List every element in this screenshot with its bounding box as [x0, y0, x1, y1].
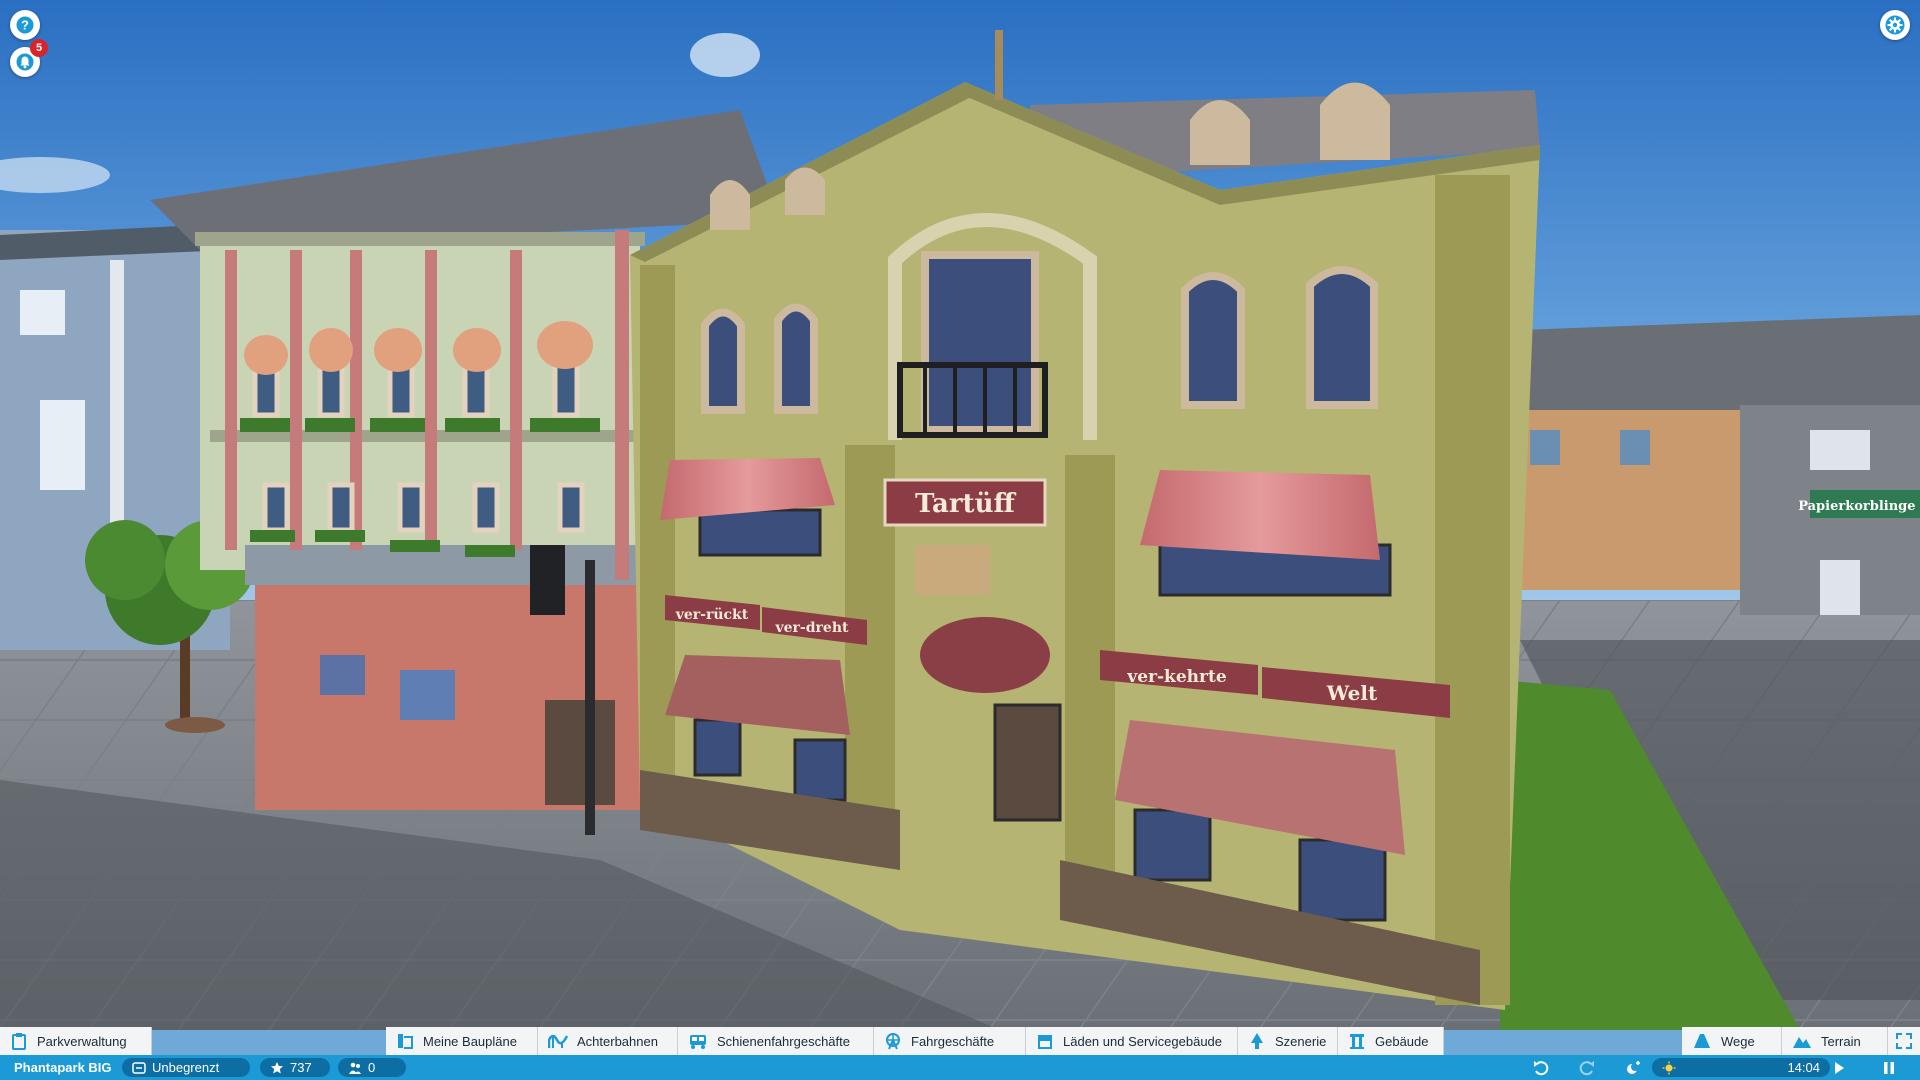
game-viewport[interactable]: Papierkorblinge & Tartüff ver-rückt ver-… — [0, 0, 1920, 1080]
play-icon — [1835, 1062, 1844, 1074]
sign-left-a: ver-rückt — [675, 607, 749, 623]
mountain-icon — [1793, 1037, 1811, 1048]
star-icon — [271, 1061, 283, 1073]
money-icon — [132, 1061, 146, 1074]
pause-icon — [1884, 1062, 1894, 1074]
blueprint-icon — [398, 1034, 413, 1049]
money-value: Unbegrenzt — [152, 1060, 220, 1075]
time-value: 14:04 — [1787, 1060, 1820, 1075]
blueprints-button[interactable]: Meine Baupläne — [386, 1027, 538, 1055]
path-icon — [1694, 1034, 1710, 1048]
coasters-button[interactable]: Achterbahnen — [538, 1027, 678, 1055]
building-icon — [1350, 1034, 1364, 1049]
buildings-button[interactable]: Gebäude — [1338, 1027, 1444, 1055]
paths-label: Wege — [1721, 1033, 1755, 1049]
time-display[interactable]: 14:04 — [1652, 1058, 1830, 1077]
flat-rides-button[interactable]: Fahrgeschäfte — [874, 1027, 1026, 1055]
rating-value: 737 — [290, 1060, 312, 1075]
guests-display[interactable]: 0 — [338, 1058, 406, 1077]
sign-left-b: ver-dreht — [775, 620, 849, 636]
background-building-right: Papierkorblinge & — [1510, 315, 1920, 615]
sun-icon — [1662, 1061, 1676, 1074]
park-management-button[interactable]: Parkverwaltung — [0, 1027, 152, 1055]
money-display[interactable]: Unbegrenzt — [122, 1058, 250, 1077]
undo-icon — [1534, 1061, 1549, 1076]
sign-right-b: Welt — [1326, 681, 1378, 705]
notifications-badge: 5 — [30, 39, 48, 57]
track-rides-button[interactable]: Schienenfahrgeschäfte — [678, 1027, 874, 1055]
terrain-label: Terrain — [1821, 1033, 1861, 1049]
shops-button[interactable]: Läden und Servicegebäude — [1026, 1027, 1238, 1055]
notifications-button[interactable]: 5 — [10, 39, 48, 77]
ferris-wheel-icon — [886, 1033, 900, 1050]
sign-main: Tartüff — [915, 489, 1016, 519]
flat-rides-label: Fahrgeschäfte — [911, 1033, 995, 1049]
guests-icon — [349, 1062, 361, 1074]
tree-icon — [1251, 1033, 1263, 1049]
bell-icon — [16, 53, 34, 71]
help-button[interactable]: ? — [10, 10, 40, 40]
gear-icon — [1885, 15, 1905, 35]
day-night-icon — [1627, 1061, 1640, 1074]
buildings-label: Gebäude — [1375, 1033, 1429, 1049]
awning — [1140, 470, 1380, 560]
build-toolbar: Parkverwaltung Meine Baupläne Achterbahn… — [0, 1027, 1920, 1055]
fullscreen-button[interactable] — [1888, 1027, 1920, 1055]
redo-icon — [1579, 1061, 1594, 1076]
svg-text:?: ? — [21, 18, 29, 33]
terrain-button[interactable]: Terrain — [1782, 1027, 1888, 1055]
pause-button[interactable] — [1878, 1057, 1900, 1079]
park-name: Phantapark BIG — [14, 1060, 112, 1075]
day-night-button[interactable] — [1622, 1057, 1644, 1079]
train-icon — [690, 1035, 706, 1049]
play-button[interactable] — [1828, 1057, 1850, 1079]
guests-value: 0 — [368, 1060, 376, 1075]
coaster-icon — [548, 1034, 568, 1048]
far-right-sign: Papierkorblinge & — [1798, 499, 1920, 514]
rating-display[interactable]: 737 — [260, 1058, 330, 1077]
track-rides-label: Schienenfahrgeschäfte — [717, 1033, 850, 1049]
status-bar: Phantapark BIG Unbegrenzt 737 0 14:04 — [0, 1055, 1920, 1080]
coasters-label: Achterbahnen — [577, 1033, 658, 1049]
cloud — [690, 33, 760, 77]
undo-button[interactable] — [1530, 1057, 1552, 1079]
shops-label: Läden und Servicegebäude — [1063, 1033, 1223, 1049]
park-management-label: Parkverwaltung — [37, 1033, 127, 1049]
scenery-button[interactable]: Szenerie — [1238, 1027, 1338, 1055]
clipboard-icon — [12, 1033, 26, 1050]
blueprints-label: Meine Baupläne — [423, 1033, 517, 1049]
scenery-label: Szenerie — [1275, 1033, 1327, 1049]
settings-button[interactable] — [1880, 10, 1910, 40]
shop-icon — [1038, 1035, 1052, 1049]
sign-right-a: ver-kehrte — [1126, 667, 1226, 687]
expand-icon — [1896, 1033, 1912, 1049]
help-icon: ? — [16, 16, 34, 34]
paths-button[interactable]: Wege — [1682, 1027, 1782, 1055]
redo-button[interactable] — [1576, 1057, 1598, 1079]
